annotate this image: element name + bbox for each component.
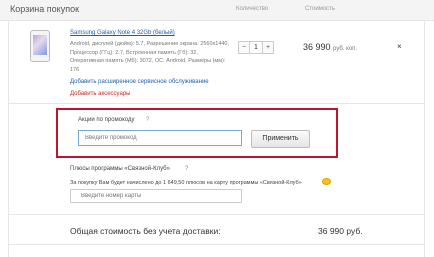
divider xyxy=(8,214,424,215)
left-border xyxy=(8,20,9,257)
cart-header: Корзина покупок Количество Стоимость xyxy=(0,0,434,21)
divider xyxy=(8,244,424,245)
promo-label: Акции по промокоду xyxy=(78,117,135,123)
cart-title: Корзина покупок xyxy=(10,4,80,14)
coin-icon xyxy=(322,178,331,185)
product-spec-line: Оперативная память (Мб): 3072, ОС: Andro… xyxy=(70,58,226,64)
product-name-link[interactable]: Samsung Galaxy Note 4 32Gb (белый) xyxy=(70,30,175,36)
column-price: Стоимость xyxy=(305,6,336,12)
product-price: 36 990 руб. коп. xyxy=(303,42,357,52)
total-label: Общая стоимость без учета доставки: xyxy=(70,226,221,236)
club-bonus-text: За покупку Вам будет начислено до 1 649,… xyxy=(70,180,302,186)
club-title: Плюсы программы «Связной-Клуб» xyxy=(70,166,170,172)
price-currency: руб. коп. xyxy=(333,46,358,52)
price-value: 36 990 xyxy=(303,42,331,52)
quantity-value[interactable]: 1 xyxy=(250,41,262,54)
add-accessories-link[interactable]: Добавить аксессуары xyxy=(70,91,130,97)
product-spec-line: Android, дисплей (дюйм): 5.7, Разрешение… xyxy=(70,41,230,47)
remove-item-icon[interactable]: × xyxy=(397,42,402,51)
right-border xyxy=(424,20,425,257)
divider xyxy=(8,103,424,104)
apply-promo-button[interactable]: Применить xyxy=(251,130,310,148)
product-spec-line: 176 xyxy=(70,66,80,73)
promo-help-icon[interactable]: ? xyxy=(146,117,149,123)
product-description: Android, дисплей (дюйм): 5.7, Разрешение… xyxy=(70,40,230,74)
add-service-link[interactable]: Добавить расширенное сервисное обслужива… xyxy=(70,79,209,85)
club-card-input[interactable] xyxy=(70,189,242,203)
promo-code-input[interactable] xyxy=(78,130,242,146)
quantity-increase-button[interactable]: + xyxy=(262,41,274,54)
total-value: 36 990 руб. xyxy=(318,226,363,236)
club-help-icon[interactable]: ? xyxy=(185,166,188,172)
quantity-decrease-button[interactable]: − xyxy=(238,41,250,54)
column-quantity: Количество xyxy=(236,6,269,12)
product-image[interactable] xyxy=(30,30,50,62)
product-spec-line: Процессор (ГГц): 2.7, Встроенная память … xyxy=(70,49,198,56)
